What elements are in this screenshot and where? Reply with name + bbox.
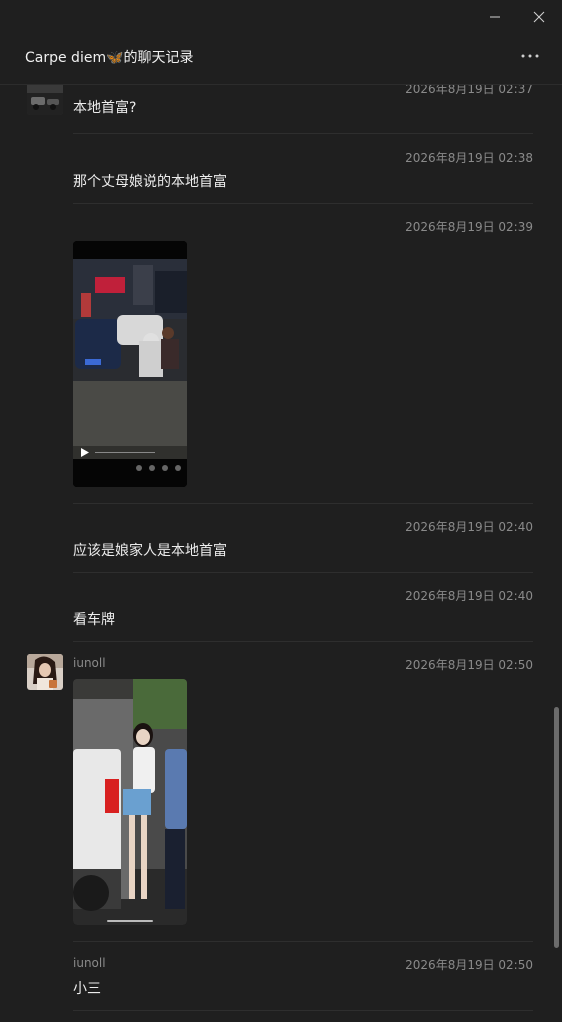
message-item[interactable]: 2026年8月19日 02:38 那个丈母娘说的本地首富 bbox=[73, 149, 533, 190]
message-time: 2026年8月19日 02:38 bbox=[405, 151, 533, 165]
chat-history-window: Carpe diem🦋的聊天记录 2026年8月19日 02:37 本地首富? … bbox=[0, 0, 562, 1022]
divider bbox=[73, 503, 533, 504]
message-text: 应该是娘家人是本地首富 bbox=[73, 543, 227, 559]
divider bbox=[73, 1010, 533, 1011]
divider bbox=[73, 572, 533, 573]
message-time: 2026年8月19日 02:50 bbox=[405, 958, 533, 972]
message-item[interactable]: iunoll 2026年8月19日 02:50 bbox=[73, 656, 533, 926]
video-frame bbox=[73, 241, 187, 487]
message-list[interactable]: 2026年8月19日 02:37 本地首富? 2026年8月19日 02:38 … bbox=[0, 85, 562, 1022]
sender-name: iunoll bbox=[73, 656, 106, 670]
message-time: 2026年8月19日 02:39 bbox=[405, 220, 533, 234]
message-text: 看车牌 bbox=[73, 612, 115, 628]
divider bbox=[73, 133, 533, 134]
message-item[interactable]: 2026年8月19日 02:39 bbox=[73, 218, 533, 488]
message-text: 本地首富? bbox=[73, 100, 137, 116]
message-item[interactable]: 2026年8月19日 02:37 本地首富? bbox=[73, 85, 533, 120]
avatar-image bbox=[27, 654, 63, 690]
message-time: 2026年8月19日 02:40 bbox=[405, 520, 533, 534]
message-time: 2026年8月19日 02:50 bbox=[405, 658, 533, 672]
sender-name: iunoll bbox=[73, 956, 106, 970]
avatar[interactable] bbox=[27, 654, 63, 690]
more-icon bbox=[521, 54, 539, 58]
scrollbar-thumb[interactable] bbox=[554, 707, 559, 948]
divider bbox=[73, 941, 533, 942]
close-button[interactable] bbox=[524, 4, 554, 30]
message-item[interactable]: 2026年8月19日 02:40 应该是娘家人是本地首富 bbox=[73, 518, 533, 559]
video-thumbnail[interactable] bbox=[73, 241, 187, 487]
minimize-button[interactable] bbox=[480, 4, 510, 30]
message-item[interactable]: iunoll 2026年8月19日 02:50 小三 bbox=[73, 956, 533, 1000]
title-bar bbox=[0, 0, 562, 34]
more-options-button[interactable] bbox=[518, 44, 542, 68]
message-item[interactable]: 2026年8月19日 02:40 看车牌 bbox=[73, 587, 533, 628]
image-thumbnail[interactable] bbox=[73, 679, 187, 925]
minimize-icon bbox=[490, 16, 500, 18]
message-text: 小三 bbox=[73, 981, 101, 997]
avatar-image bbox=[27, 85, 63, 115]
message-text: 那个丈母娘说的本地首富 bbox=[73, 174, 227, 190]
divider bbox=[73, 203, 533, 204]
message-time: 2026年8月19日 02:37 bbox=[405, 85, 533, 96]
divider bbox=[73, 641, 533, 642]
chat-title: Carpe diem🦋的聊天记录 bbox=[25, 50, 194, 66]
chat-header: Carpe diem🦋的聊天记录 bbox=[0, 34, 562, 85]
close-icon bbox=[533, 11, 545, 23]
message-time: 2026年8月19日 02:40 bbox=[405, 589, 533, 603]
image-photo bbox=[73, 679, 187, 925]
avatar[interactable] bbox=[27, 85, 63, 115]
